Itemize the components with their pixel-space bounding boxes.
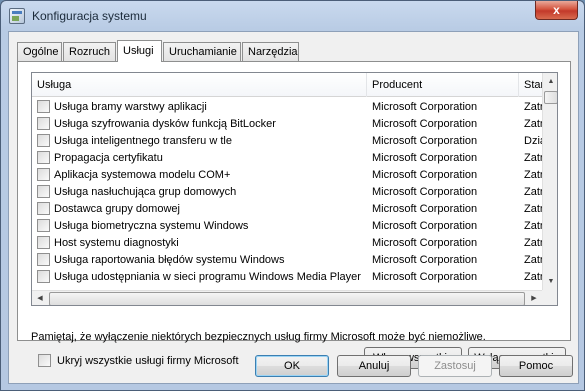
service-checkbox[interactable] <box>37 100 50 113</box>
services-list[interactable]: Usługa Producent Stan Usługa bramy warst… <box>31 72 558 306</box>
apply-button[interactable]: Zastosuj <box>418 355 492 377</box>
scroll-down-arrow-icon[interactable]: ▼ <box>543 273 557 290</box>
ok-button[interactable]: OK <box>255 355 329 377</box>
hide-microsoft-services-checkbox[interactable] <box>38 354 51 367</box>
service-manufacturer: Microsoft Corporation <box>372 203 478 215</box>
service-name: Usługa inteligentnego transferu w tle <box>54 135 232 147</box>
column-header-status[interactable]: Stan <box>519 73 543 97</box>
table-row[interactable]: Aplikacja systemowa modelu COM+ Microsof… <box>32 166 544 183</box>
service-manufacturer: Microsoft Corporation <box>372 271 478 283</box>
service-manufacturer: Microsoft Corporation <box>372 118 478 130</box>
service-manufacturer: Microsoft Corporation <box>372 186 478 198</box>
service-status: Zatrzymana <box>524 186 544 198</box>
microsoft-services-note: Pamiętaj, że wyłączenie niektórych bezpi… <box>31 331 486 343</box>
tab-general[interactable]: Ogólne <box>17 42 62 61</box>
column-header-manufacturer[interactable]: Producent <box>367 73 519 97</box>
tab-boot[interactable]: Rozruch <box>63 42 116 61</box>
service-checkbox[interactable] <box>37 236 50 249</box>
table-row[interactable]: Host systemu diagnostyki Microsoft Corpo… <box>32 234 544 251</box>
table-row[interactable]: Usługa szyfrowania dysków funkcją BitLoc… <box>32 115 544 132</box>
services-list-body: Usługa bramy warstwy aplikacji Microsoft… <box>32 98 544 285</box>
service-name: Propagacja certyfikatu <box>54 152 163 164</box>
scroll-right-arrow-icon[interactable]: ▶ <box>526 291 542 305</box>
system-configuration-window: Konfiguracja systemu x Ogólne Rozruch Us… <box>0 0 585 391</box>
service-status: Zatrzymana <box>524 203 544 215</box>
vertical-scroll-thumb[interactable] <box>544 91 557 104</box>
service-status: Zatrzymana <box>524 101 544 113</box>
tab-startup[interactable]: Uruchamianie <box>163 42 241 61</box>
service-checkbox[interactable] <box>37 134 50 147</box>
service-status: Zatrzymana <box>524 254 544 266</box>
service-name: Usługa nasłuchująca grup domowych <box>54 186 237 198</box>
service-checkbox[interactable] <box>37 253 50 266</box>
service-status: Działa <box>524 135 544 147</box>
scroll-left-arrow-icon[interactable]: ◀ <box>32 291 48 305</box>
dialog-client-area: Ogólne Rozruch Usługi Uruchamianie Narzę… <box>8 31 579 384</box>
service-checkbox[interactable] <box>37 151 50 164</box>
service-name: Usługa bramy warstwy aplikacji <box>54 101 207 113</box>
service-name: Aplikacja systemowa modelu COM+ <box>54 169 231 181</box>
service-name: Dostawca grupy domowej <box>54 203 180 215</box>
title-bar[interactable]: Konfiguracja systemu x <box>1 1 584 31</box>
table-row[interactable]: Dostawca grupy domowej Microsoft Corpora… <box>32 200 544 217</box>
table-row[interactable]: Usługa inteligentnego transferu w tle Mi… <box>32 132 544 149</box>
service-name: Usługa raportowania błędów systemu Windo… <box>54 254 285 266</box>
service-checkbox[interactable] <box>37 270 50 283</box>
service-manufacturer: Microsoft Corporation <box>372 135 478 147</box>
table-row[interactable]: Usługa bramy warstwy aplikacji Microsoft… <box>32 98 544 115</box>
scrollbar-corner <box>542 290 557 305</box>
close-icon: x <box>553 3 560 17</box>
service-name: Usługa udostępniania w sieci programu Wi… <box>54 271 361 283</box>
service-status: Zatrzymana <box>524 271 544 283</box>
msconfig-app-icon <box>9 8 25 24</box>
service-checkbox[interactable] <box>37 185 50 198</box>
column-header-service[interactable]: Usługa <box>32 73 367 97</box>
service-manufacturer: Microsoft Corporation <box>372 169 478 181</box>
service-name: Usługa biometryczna systemu Windows <box>54 220 249 232</box>
close-button[interactable]: x <box>535 1 578 20</box>
service-status: Zatrzymana <box>524 220 544 232</box>
help-button[interactable]: Pomoc <box>499 355 573 377</box>
services-tab-page: Usługa Producent Stan Usługa bramy warst… <box>17 61 571 369</box>
service-name: Usługa szyfrowania dysków funkcją BitLoc… <box>54 118 276 130</box>
tab-tools[interactable]: Narzędzia <box>242 42 299 61</box>
service-checkbox[interactable] <box>37 168 50 181</box>
table-row[interactable]: Propagacja certyfikatu Microsoft Corpora… <box>32 149 544 166</box>
horizontal-scrollbar[interactable]: ◀ ▶ <box>32 290 542 305</box>
service-checkbox[interactable] <box>37 202 50 215</box>
table-row[interactable]: Usługa raportowania błędów systemu Windo… <box>32 251 544 268</box>
vertical-scrollbar[interactable]: ▲ ▼ <box>542 73 557 290</box>
service-status: Zatrzymana <box>524 152 544 164</box>
service-checkbox[interactable] <box>37 219 50 232</box>
horizontal-scroll-thumb[interactable] <box>49 292 525 305</box>
service-name: Host systemu diagnostyki <box>54 237 179 249</box>
service-status: Zatrzymana <box>524 237 544 249</box>
hide-microsoft-services-label[interactable]: Ukryj wszystkie usługi firmy Microsoft <box>57 355 239 367</box>
service-checkbox[interactable] <box>37 117 50 130</box>
tab-services[interactable]: Usługi <box>117 40 162 62</box>
cancel-button[interactable]: Anuluj <box>337 355 411 377</box>
service-manufacturer: Microsoft Corporation <box>372 237 478 249</box>
window-title: Konfiguracja systemu <box>32 9 147 23</box>
service-status: Zatrzymana <box>524 169 544 181</box>
services-list-header: Usługa Producent Stan <box>32 73 557 97</box>
table-row[interactable]: Usługa nasłuchująca grup domowych Micros… <box>32 183 544 200</box>
service-status: Zatrzymana <box>524 118 544 130</box>
scroll-up-arrow-icon[interactable]: ▲ <box>543 73 557 90</box>
table-row[interactable]: Usługa biometryczna systemu Windows Micr… <box>32 217 544 234</box>
service-manufacturer: Microsoft Corporation <box>372 101 478 113</box>
service-manufacturer: Microsoft Corporation <box>372 220 478 232</box>
table-row[interactable]: Usługa udostępniania w sieci programu Wi… <box>32 268 544 285</box>
service-manufacturer: Microsoft Corporation <box>372 152 478 164</box>
service-manufacturer: Microsoft Corporation <box>372 254 478 266</box>
